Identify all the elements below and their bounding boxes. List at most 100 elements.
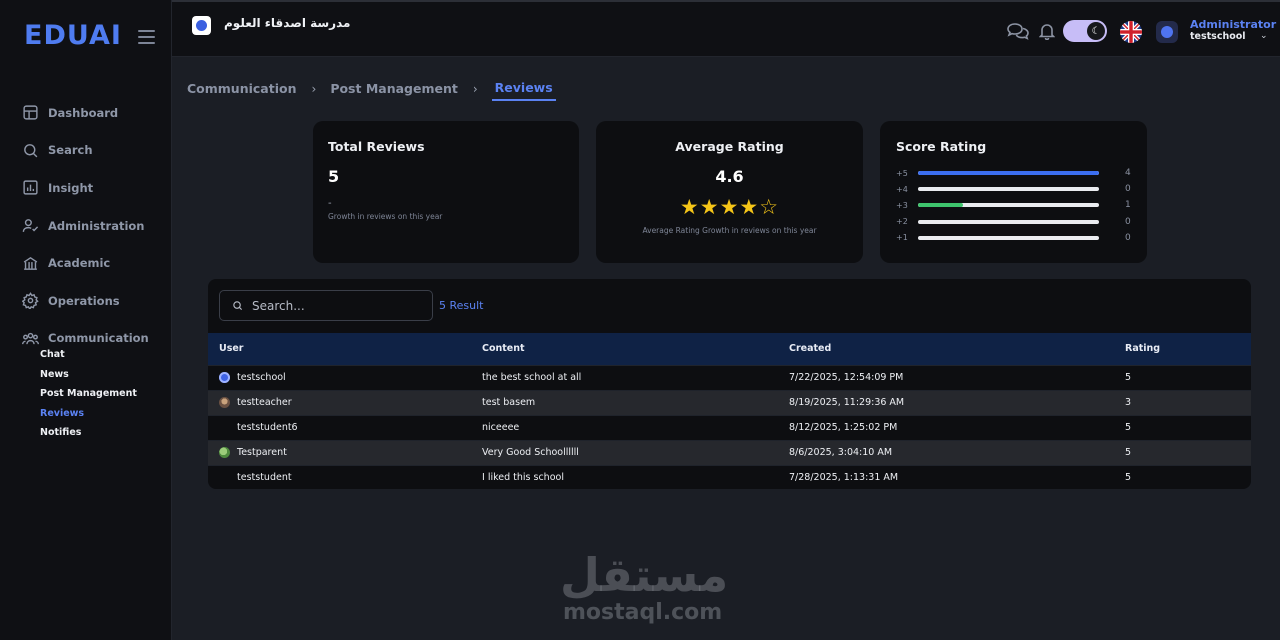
- brand-logo[interactable]: EDUAI: [24, 20, 122, 51]
- table-row[interactable]: teststudent6 niceeee 8/12/2025, 1:25:02 PM…: [208, 415, 1251, 440]
- sidebar-nav: Dashboard Search Insight Administration …: [22, 94, 162, 357]
- avatar: [219, 447, 230, 458]
- sidebar-item-label: Communication: [48, 331, 149, 346]
- score-bar: [918, 187, 1099, 192]
- col-rating[interactable]: Rating: [1114, 333, 1251, 365]
- avatar: [219, 472, 230, 483]
- avatar: [219, 397, 230, 408]
- bell-icon[interactable]: [1039, 22, 1055, 40]
- score-bar: [918, 235, 1099, 240]
- star-empty-icon: ☆: [759, 195, 780, 219]
- card-title: Average Rating: [675, 139, 784, 154]
- star-filled-icon: ★: [699, 195, 720, 219]
- review-rating: 5: [1125, 422, 1132, 433]
- table-row[interactable]: teststudent I liked this school 7/28/2025,…: [208, 465, 1251, 489]
- users-icon: [22, 332, 39, 345]
- sidebar: EDUAI Dashboard Search Insight Administr…: [0, 0, 172, 640]
- user-name[interactable]: teststudent6: [237, 422, 298, 433]
- user-role[interactable]: Administrator: [1190, 18, 1276, 31]
- star-filled-icon: ★: [719, 195, 740, 219]
- subnav-post-management[interactable]: Post Management: [40, 388, 137, 408]
- breadcrumb: Communication › Post Management › Review…: [187, 76, 556, 101]
- sidebar-item-insight[interactable]: Insight: [22, 169, 162, 207]
- score-label: +5: [896, 168, 908, 178]
- communication-subnav: Chat News Post Management Reviews Notifi…: [40, 349, 137, 447]
- reviews-panel: 5 Result User Content Created Rating tes…: [208, 279, 1251, 489]
- breadcrumb-post-management[interactable]: Post Management: [330, 81, 458, 96]
- sidebar-item-administration[interactable]: Administration: [22, 207, 162, 245]
- subnav-reviews[interactable]: Reviews: [40, 408, 137, 428]
- table-row[interactable]: testschool the best school at all 7/22/202…: [208, 365, 1251, 390]
- chat-icon[interactable]: [1006, 22, 1030, 40]
- subnav-news[interactable]: News: [40, 369, 137, 389]
- score-label: +2: [896, 217, 908, 227]
- col-content[interactable]: Content: [471, 333, 778, 365]
- moon-icon: ☾: [1087, 22, 1105, 40]
- user-check-icon: [22, 219, 39, 233]
- score-label: +1: [896, 233, 908, 243]
- chevron-right-icon: ›: [311, 81, 317, 96]
- user-name[interactable]: Testparent: [237, 447, 287, 458]
- sidebar-item-label: Operations: [48, 293, 120, 308]
- sidebar-item-search[interactable]: Search: [22, 132, 162, 170]
- review-rating: 5: [1125, 447, 1132, 458]
- subnav-chat[interactable]: Chat: [40, 349, 137, 369]
- sidebar-item-operations[interactable]: Operations: [22, 282, 162, 320]
- search-icon: [24, 144, 38, 158]
- breadcrumb-reviews[interactable]: Reviews: [491, 80, 556, 101]
- subnav-notifies[interactable]: Notifies: [40, 427, 137, 447]
- review-created: 8/6/2025, 3:04:10 AM: [789, 447, 893, 458]
- uk-flag-icon[interactable]: [1120, 21, 1142, 43]
- score-label: +3: [896, 200, 908, 210]
- score-row: +5 4: [896, 167, 1132, 179]
- breadcrumb-communication[interactable]: Communication: [187, 81, 297, 96]
- review-content: niceeee: [482, 422, 520, 433]
- score-row: +1 0: [896, 232, 1132, 244]
- col-user[interactable]: User: [208, 333, 471, 365]
- review-created: 8/12/2025, 1:25:02 PM: [789, 422, 898, 433]
- theme-toggle[interactable]: ☾: [1063, 20, 1107, 42]
- user-school[interactable]: testschool: [1190, 31, 1246, 42]
- col-created[interactable]: Created: [778, 333, 1114, 365]
- star-filled-icon: ★: [739, 195, 760, 219]
- score-bar-fill: [918, 171, 1099, 175]
- average-note: Average Rating Growth in reviews on this…: [642, 226, 817, 235]
- growth-value: -: [328, 198, 332, 209]
- table-row[interactable]: testteacher test basem 8/19/2025, 11:29:36…: [208, 390, 1251, 415]
- review-content: the best school at all: [482, 372, 582, 383]
- card-title: Score Rating: [896, 139, 987, 154]
- review-rating: 5: [1125, 472, 1132, 484]
- result-count: 5 Result: [439, 299, 484, 312]
- table-row[interactable]: Testparent Very Good Schoollllll 8/6/2025,…: [208, 440, 1251, 465]
- chevron-down-icon[interactable]: ⌄: [1260, 31, 1268, 41]
- score-count: 4: [1125, 168, 1131, 178]
- score-count: 1: [1125, 200, 1131, 211]
- sidebar-item-academic[interactable]: Academic: [22, 244, 162, 282]
- menu-toggle-icon[interactable]: [138, 30, 155, 44]
- review-content: Very Good Schoollllll: [482, 447, 579, 458]
- sidebar-item-dashboard[interactable]: Dashboard: [22, 94, 162, 132]
- table-header: User Content Created Rating: [208, 333, 1251, 365]
- score-bar: [918, 203, 1099, 208]
- score-label: +4: [896, 184, 908, 194]
- user-avatar[interactable]: [1156, 21, 1178, 43]
- score-count: 0: [1125, 184, 1131, 195]
- rating-stars: ★★★★☆: [596, 195, 863, 219]
- chevron-right-icon: ›: [472, 81, 478, 96]
- sidebar-item-label: Administration: [48, 218, 145, 233]
- score-row: +4 0: [896, 183, 1132, 195]
- score-rating-card: Score Rating +5 4 +4 0 +3 1 +2 0 +1 0: [880, 121, 1147, 263]
- user-name[interactable]: teststudent: [237, 472, 292, 483]
- user-name[interactable]: testteacher: [237, 397, 292, 408]
- review-created: 7/22/2025, 12:54:09 PM: [789, 372, 904, 383]
- total-reviews-card: Total Reviews 5 - Growth in reviews on t…: [313, 121, 579, 263]
- search-box[interactable]: [219, 290, 433, 321]
- school-logo: [192, 16, 211, 35]
- dashboard-icon: [23, 105, 38, 120]
- user-name[interactable]: testschool: [237, 372, 286, 383]
- review-rating: 3: [1125, 397, 1132, 408]
- gear-icon: [22, 292, 39, 310]
- score-row: +2 0: [896, 216, 1132, 228]
- school-name: مدرسة اصدقاء العلوم: [224, 16, 351, 30]
- search-input[interactable]: [252, 298, 422, 313]
